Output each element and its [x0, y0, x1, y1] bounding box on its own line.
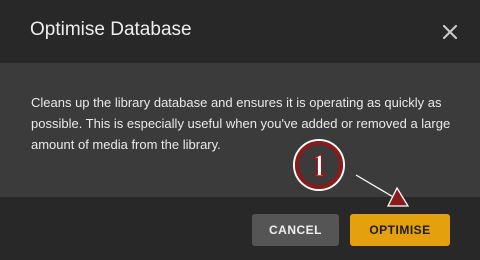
dialog-header: Optimise Database: [0, 0, 480, 63]
dialog-title: Optimise Database: [30, 19, 192, 40]
dialog-body: Cleans up the library database and ensur…: [0, 63, 480, 197]
optimise-database-dialog: Optimise Database Cleans up the library …: [0, 0, 480, 260]
annotation-step-number: 1: [310, 146, 328, 184]
dialog-footer: CANCEL OPTIMISE: [0, 197, 480, 260]
dialog-description: Cleans up the library database and ensur…: [31, 95, 451, 152]
optimise-button[interactable]: OPTIMISE: [350, 214, 450, 246]
close-icon[interactable]: [438, 20, 462, 44]
cancel-button[interactable]: CANCEL: [252, 214, 339, 246]
